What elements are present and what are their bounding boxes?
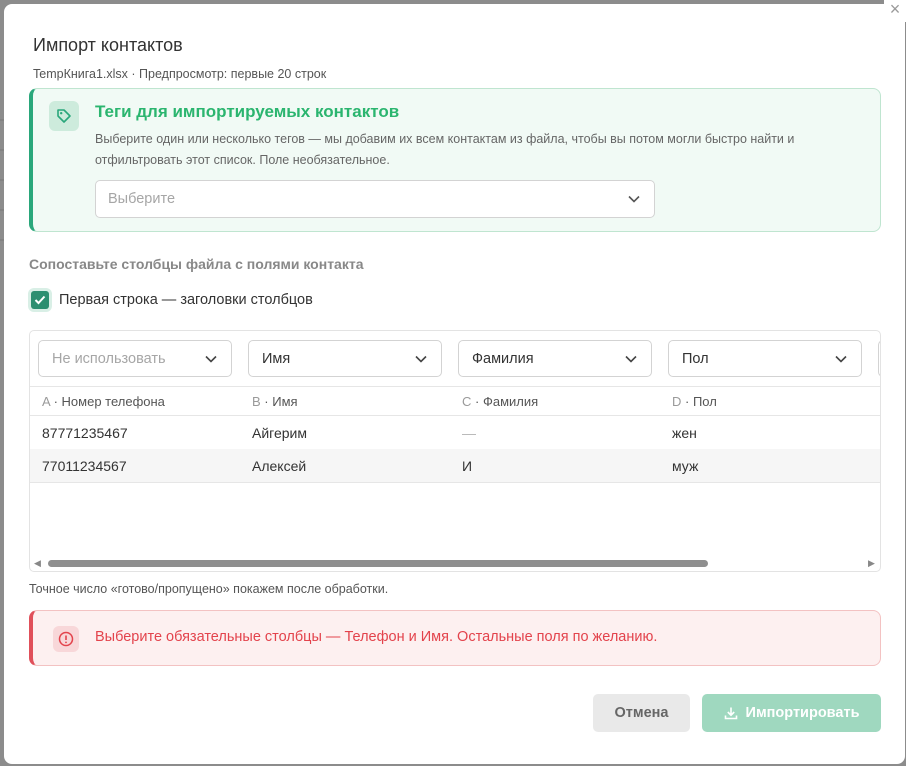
import-button[interactable]: Импортировать — [702, 694, 881, 732]
tags-title: Теги для импортируемых контактов — [95, 102, 400, 121]
check-icon — [34, 295, 46, 305]
chevron-down-icon — [835, 355, 847, 363]
table-row: 77011234567 Алексей И муж — [30, 449, 880, 483]
column-c-field-value: Фамилия — [472, 350, 534, 367]
table-cell: муж — [672, 458, 699, 474]
tags-select[interactable]: Выберите — [95, 180, 655, 218]
mapping-table: Не использовать Имя Фамилия Пол A · Номе… — [29, 330, 881, 572]
table-cell: жен — [672, 425, 697, 441]
column-a-field-value: Не использовать — [52, 350, 166, 367]
horizontal-scrollbar[interactable]: ◀ ▶ — [30, 555, 880, 571]
column-header-d: D · Пол — [672, 394, 717, 409]
table-cell: Алексей — [252, 458, 307, 474]
dialog-title: Импорт контактов — [33, 35, 183, 55]
validation-error-text: Выберите обязательные столбцы — Телефон … — [95, 629, 658, 645]
dialog-subtitle: TempКнига1.xlsx · Предпросмотр: первые 2… — [33, 67, 327, 81]
table-cell: И — [462, 458, 473, 474]
cancel-button[interactable]: Отмена — [593, 694, 690, 732]
column-c-field-select[interactable]: Фамилия — [458, 340, 652, 377]
column-headers-row: A · Номер телефона B · Имя C · Фамилия D… — [30, 386, 880, 416]
tag-icon — [49, 101, 79, 131]
first-row-header-option: Первая строка — заголовки столбцов — [31, 291, 313, 309]
table-cell: — — [462, 425, 476, 441]
import-button-label: Импортировать — [745, 705, 860, 721]
processing-note: Точное число «готово/пропущено» покажем … — [29, 582, 389, 596]
column-header-c: C · Фамилия — [462, 394, 539, 409]
column-b-field-value: Имя — [262, 350, 291, 367]
import-contacts-dialog: Импорт контактов TempКнига1.xlsx · Предп… — [4, 4, 905, 764]
alert-circle-icon — [53, 626, 79, 652]
mapping-heading: Сопоставьте столбцы файла с полями конта… — [29, 256, 364, 272]
scroll-right-arrow-icon[interactable]: ▶ — [868, 558, 875, 569]
column-d-field-value: Пол — [682, 350, 709, 367]
validation-error: Выберите обязательные столбцы — Телефон … — [29, 610, 881, 666]
column-header-b: B · Имя — [252, 394, 298, 409]
download-icon — [724, 707, 737, 720]
scroll-left-arrow-icon[interactable]: ◀ — [34, 558, 41, 569]
chevron-down-icon — [415, 355, 427, 363]
column-d-field-select[interactable]: Пол — [668, 340, 862, 377]
tags-select-placeholder: Выберите — [108, 191, 176, 207]
mapping-selects-row: Не использовать Имя Фамилия Пол — [30, 331, 880, 387]
first-row-header-label: Первая строка — заголовки столбцов — [59, 292, 313, 308]
chevron-down-icon — [205, 355, 217, 363]
column-header-a: A · Номер телефона — [42, 394, 165, 409]
column-b-field-select[interactable]: Имя — [248, 340, 442, 377]
first-row-header-checkbox[interactable] — [31, 291, 49, 309]
scrollbar-thumb[interactable] — [48, 560, 708, 567]
table-cell: 77011234567 — [42, 458, 127, 474]
column-a-field-select[interactable]: Не использовать — [38, 340, 232, 377]
chevron-down-icon — [628, 195, 640, 203]
column-e-field-select[interactable] — [878, 340, 880, 377]
close-icon[interactable]: × — [884, 0, 906, 22]
tags-description: Выберите один или несколько тегов — мы д… — [95, 132, 795, 167]
table-row: 87771235467 Айгерим — жен — [30, 416, 880, 450]
table-cell: 87771235467 — [42, 425, 128, 441]
table-cell: Айгерим — [252, 425, 307, 441]
tags-panel: Теги для импортируемых контактов Выберит… — [29, 88, 881, 232]
chevron-down-icon — [625, 355, 637, 363]
